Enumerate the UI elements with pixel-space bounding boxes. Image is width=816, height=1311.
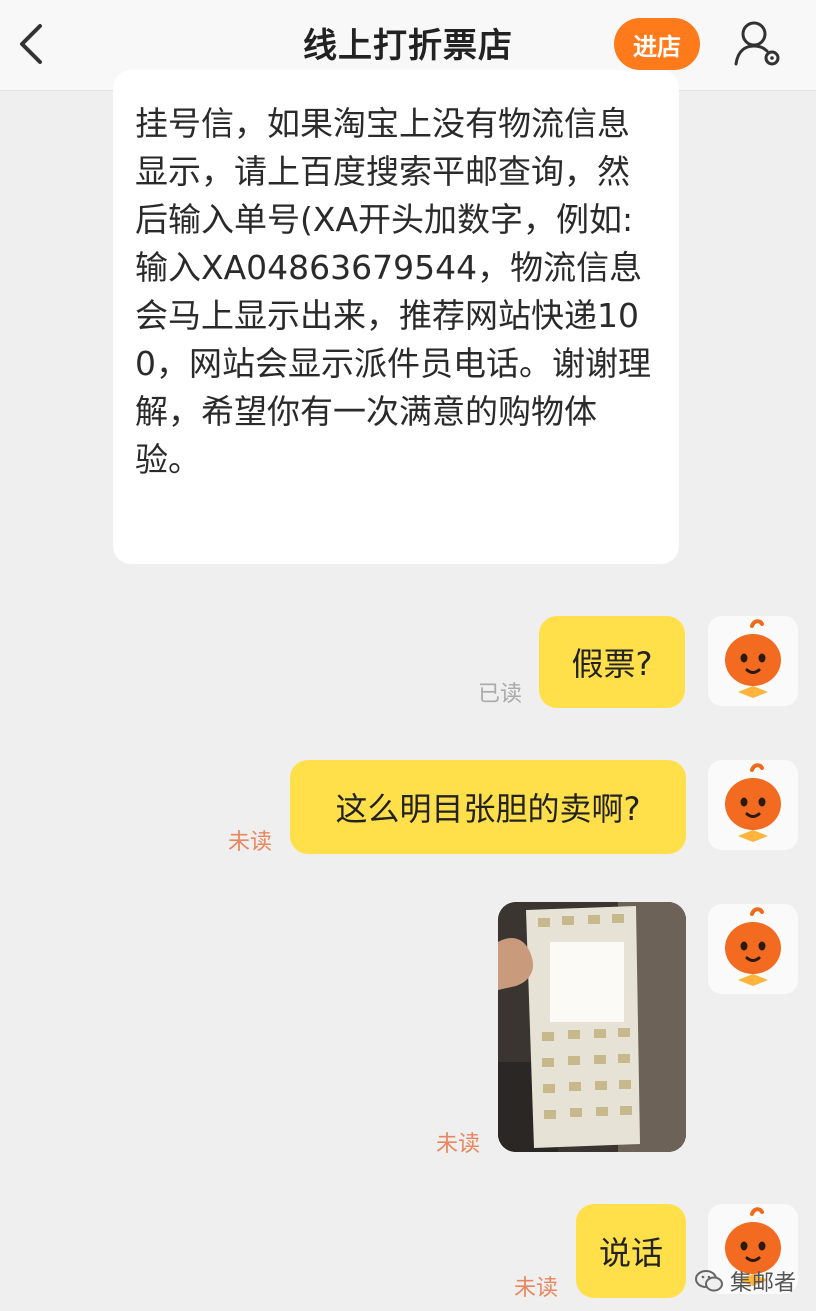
watermark-text: 集邮者 xyxy=(730,1271,797,1296)
avatar-mascot-icon xyxy=(725,619,781,698)
wechat-icon xyxy=(695,1270,723,1292)
watermark: 集邮者 xyxy=(694,1266,796,1296)
incoming-message[interactable]: 挂号信，如果淘宝上没有物流信息显示，请上百度搜索平邮查询，然后输入单号(XA开头… xyxy=(113,70,679,564)
profile-settings-icon xyxy=(734,21,780,66)
outgoing-photo[interactable] xyxy=(498,902,686,1152)
avatar[interactable] xyxy=(708,760,798,850)
avatar-mascot-icon xyxy=(725,763,781,842)
outgoing-message[interactable]: 假票? xyxy=(539,616,685,708)
read-status: 已读 xyxy=(478,682,523,707)
avatar[interactable] xyxy=(708,904,798,994)
unread-status: 未读 xyxy=(514,1276,559,1301)
unread-status: 未读 xyxy=(436,1132,481,1157)
profile-settings-button[interactable] xyxy=(730,16,786,72)
avatar[interactable] xyxy=(708,616,798,706)
avatar-mascot-icon xyxy=(725,907,781,986)
incoming-message-text: 挂号信，如果淘宝上没有物流信息显示，请上百度搜索平邮查询，然后输入单号(XA开头… xyxy=(135,104,651,479)
outgoing-message[interactable]: 这么明目张胆的卖啊? xyxy=(290,760,686,854)
ticket-sheet-photo xyxy=(498,902,686,1152)
enter-store-button[interactable]: 进店 xyxy=(614,18,700,70)
outgoing-message[interactable]: 说话 xyxy=(576,1204,686,1298)
unread-status: 未读 xyxy=(228,830,273,855)
